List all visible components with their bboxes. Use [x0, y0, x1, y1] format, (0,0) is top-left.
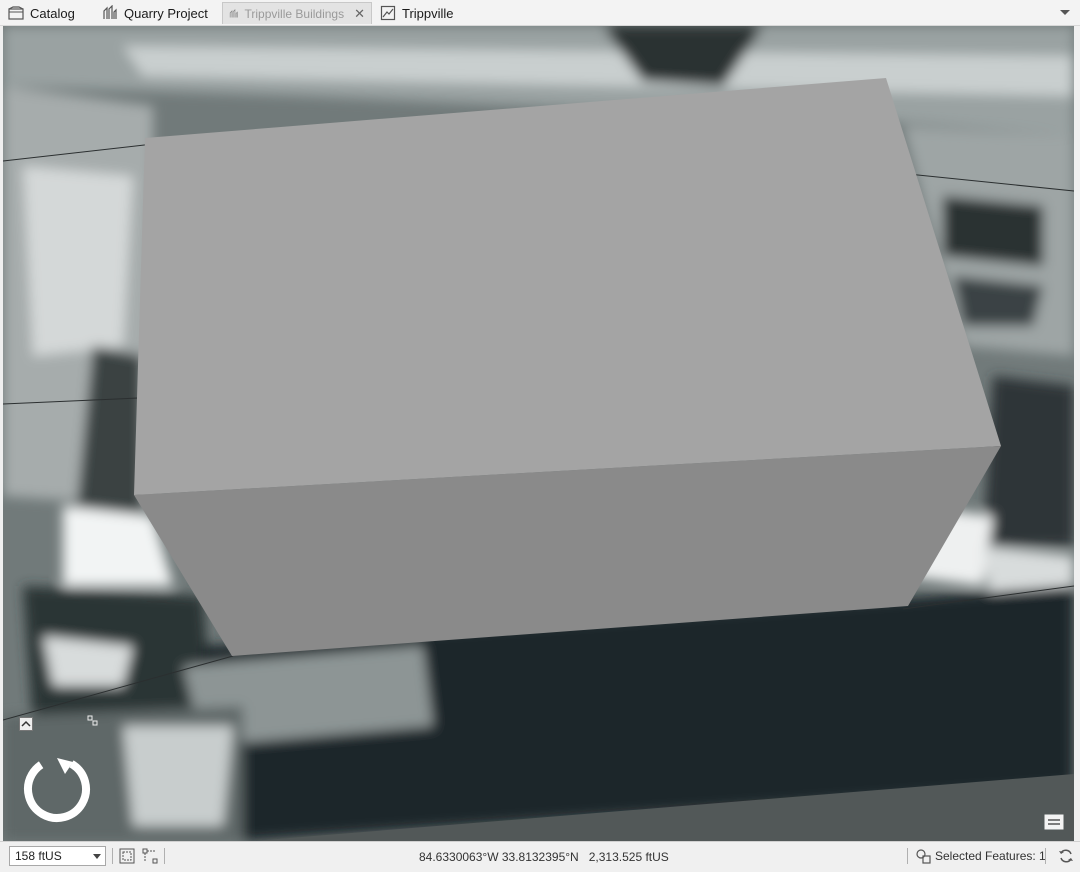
tab-catalog[interactable]: Catalog — [2, 2, 81, 24]
select-features-icon — [916, 849, 931, 864]
coordinate-readout: 84.6330063°W 33.8132395°N 2,313.525 ftUS — [419, 850, 669, 864]
divider — [112, 848, 113, 864]
building-extrusion[interactable] — [134, 78, 1001, 656]
view-tab-bar: Catalog Quarry Project Trippville Buildi… — [0, 0, 1080, 26]
tab-trippville[interactable]: Trippville — [374, 2, 460, 24]
elevation: 2,313.525 ftUS — [588, 850, 669, 864]
building-roof — [134, 78, 1001, 495]
expand-overview-icon[interactable] — [19, 717, 33, 731]
selected-features[interactable]: Selected Features: 1 — [915, 848, 1046, 864]
chevron-down-icon[interactable] — [1058, 5, 1072, 19]
scene-icon — [229, 8, 238, 18]
map-icon — [380, 5, 396, 21]
navigator-icon[interactable] — [21, 752, 93, 824]
divider — [1045, 848, 1046, 864]
tab-label: Catalog — [30, 5, 75, 21]
status-bar: 158 ftUS 84.6330063°W 33.8132395°N 2,313… — [0, 841, 1080, 872]
fixed-zoom-icon[interactable] — [119, 848, 135, 864]
refresh-icon[interactable] — [1058, 848, 1074, 864]
tab-quarry-project[interactable]: Quarry Project — [96, 2, 214, 24]
tab-trippville-buildings[interactable]: Trippville Buildings ✕ — [222, 2, 372, 24]
catalog-icon — [8, 6, 24, 20]
scene-canvas[interactable] — [3, 26, 1074, 841]
divider — [164, 848, 165, 864]
selected-features-label: Selected Features: 1 — [935, 849, 1046, 863]
grid-icon[interactable] — [87, 715, 99, 727]
scale-value: 158 ftUS — [15, 849, 62, 863]
close-tab-icon[interactable]: ✕ — [354, 6, 365, 22]
divider — [907, 848, 908, 864]
scene-icon — [103, 5, 117, 19]
scene-view[interactable] — [3, 26, 1074, 841]
tab-label: Trippville — [402, 5, 454, 21]
scale-dropdown[interactable]: 158 ftUS — [9, 846, 106, 866]
chevron-down-icon — [93, 854, 101, 859]
coordinates: 84.6330063°W 33.8132395°N — [419, 850, 579, 864]
tab-label: Quarry Project — [124, 5, 208, 21]
tab-label: Trippville Buildings — [244, 6, 345, 21]
bookmark-icon[interactable] — [1044, 813, 1066, 831]
snapping-icon[interactable] — [142, 848, 158, 864]
